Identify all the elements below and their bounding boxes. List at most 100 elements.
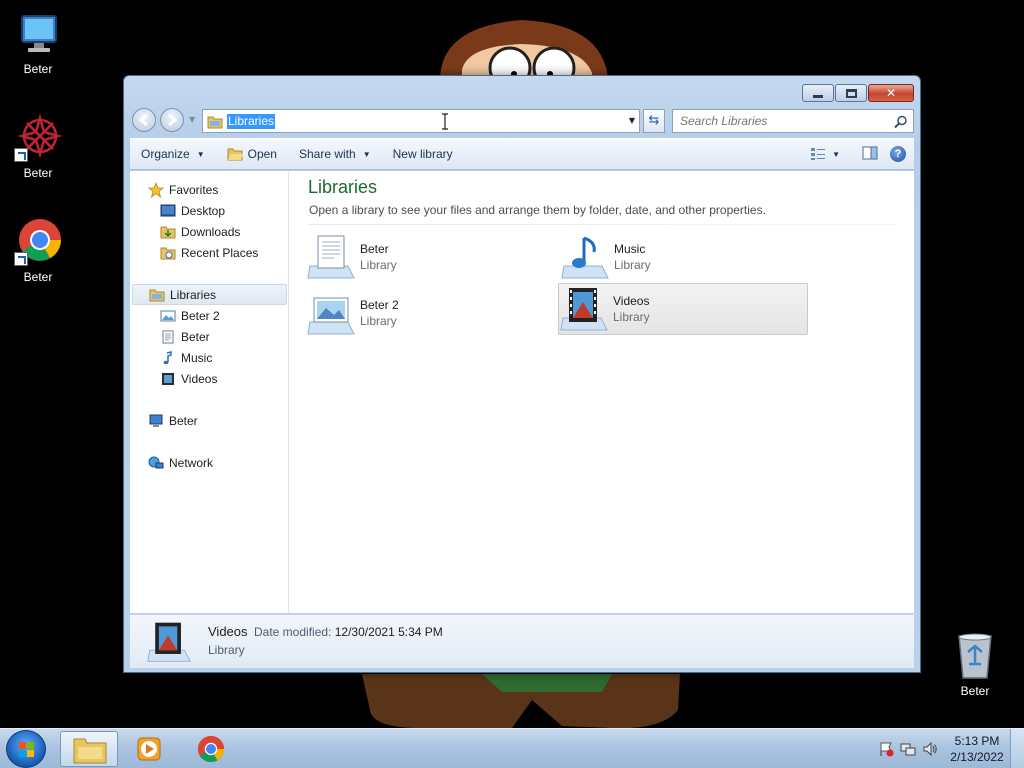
music-library-icon [163, 350, 172, 364]
desktop-icon-recycle-bin[interactable]: Beter [937, 632, 1013, 698]
pictures-library-icon [306, 288, 358, 338]
shortcut-arrow-icon [14, 252, 28, 266]
libraries-folder-icon [149, 289, 165, 301]
search-icon [894, 115, 907, 129]
chrome-icon [14, 218, 62, 266]
page-title: Libraries [308, 177, 378, 197]
recent-places-icon [160, 247, 176, 259]
desktop-icon-chrome[interactable]: Beter [0, 218, 76, 284]
chevron-down-icon: ▼ [832, 149, 840, 159]
details-date-modified: Date modified: 12/30/2021 5:34 PM [254, 625, 443, 639]
explorer-window: ✕ ▼ Libraries ▼ ⇆ Orga [123, 75, 921, 673]
documents-library-icon [306, 232, 358, 282]
library-tile-music[interactable]: Music Library [560, 231, 810, 283]
details-item-type: Library [208, 643, 245, 657]
minimize-button[interactable] [802, 84, 834, 102]
videos-library-icon [162, 372, 174, 385]
nav-library-videos[interactable]: Videos [160, 368, 217, 389]
close-icon: ✕ [885, 86, 897, 100]
back-button[interactable] [132, 108, 156, 132]
library-tile-beter-2[interactable]: Beter 2 Library [306, 287, 556, 339]
nav-libraries[interactable]: Libraries [132, 284, 287, 305]
music-library-icon [560, 232, 612, 282]
command-bar: Organize ▼ Open Share with ▼ New library ▼ [130, 138, 914, 170]
downloads-folder-icon [160, 226, 176, 238]
taskbar-explorer-button[interactable] [60, 731, 118, 767]
minimize-icon [813, 94, 823, 98]
desktop-icon-app-shortcut[interactable]: Beter [0, 113, 76, 180]
change-view-button[interactable]: ▼ [810, 147, 840, 161]
recent-pages-dropdown-icon[interactable]: ▼ [189, 115, 195, 124]
action-center-flag-icon[interactable] [878, 741, 894, 757]
videos-library-icon [146, 619, 192, 665]
computer-icon [149, 414, 163, 427]
clock[interactable]: 5:13 PM 2/13/2022 [944, 733, 1010, 765]
nav-downloads[interactable]: Downloads [160, 221, 240, 242]
windows-logo-icon [19, 742, 34, 757]
libraries-pane: Libraries Open a library to see your fil… [290, 171, 914, 613]
new-library-button[interactable]: New library [382, 141, 464, 167]
start-button[interactable] [6, 730, 46, 768]
search-box[interactable] [672, 109, 914, 133]
taskbar: 5:13 PM 2/13/2022 [0, 728, 1024, 768]
nav-favorites[interactable]: Favorites [148, 179, 218, 200]
videos-library-icon [559, 284, 611, 334]
app-shortcut-icon [14, 113, 63, 162]
folder-icon [73, 738, 107, 764]
libraries-folder-icon [207, 116, 223, 129]
window-controls: ✕ [802, 84, 914, 102]
taskbar-chrome-button[interactable] [182, 731, 240, 767]
content-area: Favorites Desktop Downloads Recent Place… [130, 171, 914, 613]
nav-computer[interactable]: Beter [148, 410, 198, 431]
maximize-button[interactable] [835, 84, 867, 102]
navigation-row: ▼ Libraries ▼ ⇆ [130, 106, 914, 134]
address-text[interactable]: Libraries [227, 114, 276, 129]
star-icon [148, 181, 164, 198]
details-pane: Videos Date modified: 12/30/2021 5:34 PM… [130, 614, 914, 668]
recycle-bin-icon [951, 632, 999, 680]
desktop-icon-computer[interactable]: Beter [0, 10, 76, 76]
documents-library-icon [162, 330, 174, 343]
nav-library-beter[interactable]: Beter [160, 326, 210, 347]
nav-network[interactable]: Network [148, 452, 213, 473]
help-button[interactable]: ? [890, 146, 906, 162]
open-folder-icon [227, 148, 243, 160]
show-desktop-button[interactable] [1010, 729, 1024, 768]
forward-button[interactable] [160, 108, 184, 132]
search-input[interactable] [680, 111, 880, 131]
address-bar[interactable]: Libraries ▼ [202, 109, 640, 133]
wallpaper-character-legs [362, 674, 680, 729]
library-tile-videos[interactable]: Videos Library [558, 283, 808, 335]
nav-library-beter-2[interactable]: Beter 2 [160, 305, 220, 326]
library-tile-beter[interactable]: Beter Library [306, 231, 556, 283]
address-dropdown-icon[interactable]: ▼ [629, 116, 635, 125]
network-icon [148, 456, 164, 468]
computer-icon [14, 10, 62, 58]
navigation-pane: Favorites Desktop Downloads Recent Place… [130, 171, 289, 613]
taskbar-media-player-button[interactable] [120, 731, 178, 767]
desktop-folder-icon [160, 204, 176, 216]
refresh-button[interactable]: ⇆ [643, 109, 665, 133]
share-with-button[interactable]: Share with ▼ [288, 141, 382, 167]
open-button[interactable]: Open [216, 141, 288, 167]
forward-arrow-icon [168, 113, 178, 127]
nav-library-music[interactable]: Music [160, 347, 212, 368]
pictures-library-icon [160, 310, 176, 321]
text-cursor-icon [442, 113, 448, 130]
shortcut-arrow-icon [14, 148, 28, 162]
divider [308, 224, 896, 225]
chrome-icon [197, 735, 225, 763]
network-status-icon[interactable] [900, 741, 916, 757]
close-button[interactable]: ✕ [868, 84, 914, 102]
nav-desktop[interactable]: Desktop [160, 200, 225, 221]
volume-icon[interactable] [922, 741, 938, 757]
chevron-down-icon: ▼ [362, 149, 371, 159]
nav-recent-places[interactable]: Recent Places [160, 242, 258, 263]
refresh-icon: ⇆ [648, 113, 660, 128]
page-subtitle: Open a library to see your files and arr… [309, 203, 766, 217]
back-arrow-icon [138, 113, 148, 127]
preview-pane-button[interactable] [862, 146, 878, 163]
help-icon: ? [894, 148, 902, 160]
details-item-name: Videos [208, 624, 248, 639]
organize-button[interactable]: Organize ▼ [130, 141, 216, 167]
